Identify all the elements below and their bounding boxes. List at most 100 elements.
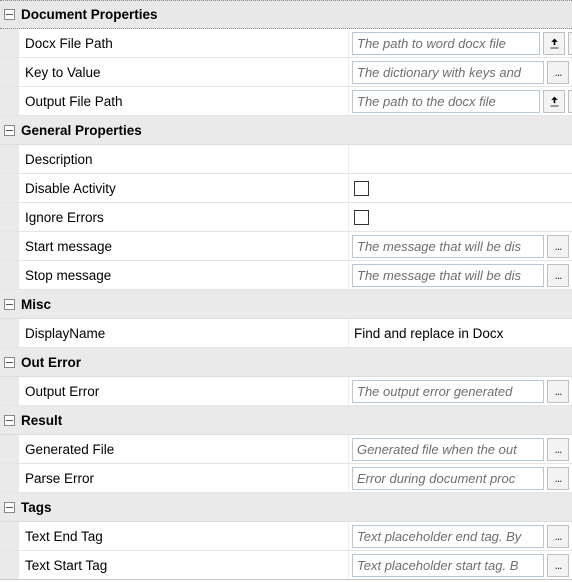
property-parse-error: Parse Error ... bbox=[0, 464, 572, 493]
gutter bbox=[0, 87, 19, 115]
property-value: ... bbox=[349, 58, 572, 86]
property-label: Stop message bbox=[19, 261, 349, 289]
property-label: Generated File bbox=[19, 435, 349, 463]
property-value: ... bbox=[349, 261, 572, 289]
category-label: Out Error bbox=[21, 355, 81, 370]
property-text-start-tag: Text Start Tag ... bbox=[0, 551, 572, 580]
property-value: Find and replace in Docx bbox=[349, 319, 572, 347]
text-start-tag-input[interactable] bbox=[352, 554, 544, 577]
upload-button[interactable] bbox=[543, 90, 565, 113]
property-stop-message: Stop message ... bbox=[0, 261, 572, 290]
upload-icon bbox=[548, 37, 561, 50]
display-name-value[interactable]: Find and replace in Docx bbox=[352, 326, 569, 341]
property-label: Text Start Tag bbox=[19, 551, 349, 579]
category-label: General Properties bbox=[21, 123, 142, 138]
gutter bbox=[0, 203, 19, 231]
browse-button[interactable]: ... bbox=[547, 235, 569, 258]
upload-button[interactable] bbox=[543, 32, 565, 55]
gutter bbox=[0, 261, 19, 289]
property-label: Text End Tag bbox=[19, 522, 349, 550]
property-value: ... bbox=[349, 377, 572, 405]
category-out-error[interactable]: Out Error bbox=[0, 348, 572, 377]
property-label: Output Error bbox=[19, 377, 349, 405]
browse-button[interactable]: ... bbox=[547, 525, 569, 548]
property-value bbox=[349, 174, 572, 202]
property-value bbox=[349, 203, 572, 231]
property-start-message: Start message ... bbox=[0, 232, 572, 261]
collapse-icon[interactable] bbox=[4, 299, 15, 310]
property-description: Description bbox=[0, 145, 572, 174]
docx-file-path-input[interactable] bbox=[352, 32, 540, 55]
generated-file-input[interactable] bbox=[352, 438, 544, 461]
browse-button[interactable]: ... bbox=[568, 32, 572, 55]
property-value: ... bbox=[349, 29, 572, 57]
gutter bbox=[0, 232, 19, 260]
property-disable-activity: Disable Activity bbox=[0, 174, 572, 203]
property-key-to-value: Key to Value ... bbox=[0, 58, 572, 87]
output-file-path-input[interactable] bbox=[352, 90, 540, 113]
property-value: ... bbox=[349, 464, 572, 492]
property-generated-file: Generated File ... bbox=[0, 435, 572, 464]
property-value: ... bbox=[349, 232, 572, 260]
property-label: Key to Value bbox=[19, 58, 349, 86]
disable-activity-checkbox[interactable] bbox=[354, 181, 369, 196]
category-document-properties[interactable]: Document Properties bbox=[0, 0, 572, 29]
browse-button[interactable]: ... bbox=[547, 467, 569, 490]
ignore-errors-checkbox[interactable] bbox=[354, 210, 369, 225]
key-to-value-input[interactable] bbox=[352, 61, 544, 84]
property-label: DisplayName bbox=[19, 319, 349, 347]
gutter bbox=[0, 29, 19, 57]
collapse-icon[interactable] bbox=[4, 9, 15, 20]
category-general-properties[interactable]: General Properties bbox=[0, 116, 572, 145]
property-label: Description bbox=[19, 145, 349, 173]
gutter bbox=[0, 174, 19, 202]
start-message-input[interactable] bbox=[352, 235, 544, 258]
gutter bbox=[0, 551, 19, 579]
category-label: Tags bbox=[21, 500, 52, 515]
property-label: Start message bbox=[19, 232, 349, 260]
browse-button[interactable]: ... bbox=[547, 264, 569, 287]
property-docx-file-path: Docx File Path ... bbox=[0, 29, 572, 58]
parse-error-input[interactable] bbox=[352, 467, 544, 490]
category-label: Misc bbox=[21, 297, 51, 312]
gutter bbox=[0, 464, 19, 492]
properties-panel: Document Properties Docx File Path ... K… bbox=[0, 0, 572, 580]
property-label: Docx File Path bbox=[19, 29, 349, 57]
browse-button[interactable]: ... bbox=[568, 90, 572, 113]
gutter bbox=[0, 435, 19, 463]
collapse-icon[interactable] bbox=[4, 357, 15, 368]
property-value bbox=[349, 145, 572, 173]
stop-message-input[interactable] bbox=[352, 264, 544, 287]
output-error-input[interactable] bbox=[352, 380, 544, 403]
property-label: Parse Error bbox=[19, 464, 349, 492]
category-tags[interactable]: Tags bbox=[0, 493, 572, 522]
browse-button[interactable]: ... bbox=[547, 554, 569, 577]
text-end-tag-input[interactable] bbox=[352, 525, 544, 548]
property-output-error: Output Error ... bbox=[0, 377, 572, 406]
browse-button[interactable]: ... bbox=[547, 380, 569, 403]
gutter bbox=[0, 319, 19, 347]
collapse-icon[interactable] bbox=[4, 415, 15, 426]
property-value: ... bbox=[349, 551, 572, 579]
property-value: ... bbox=[349, 435, 572, 463]
property-label: Ignore Errors bbox=[19, 203, 349, 231]
property-value: ... bbox=[349, 522, 572, 550]
property-output-file-path: Output File Path ... bbox=[0, 87, 572, 116]
collapse-icon[interactable] bbox=[4, 502, 15, 513]
upload-icon bbox=[548, 95, 561, 108]
browse-button[interactable]: ... bbox=[547, 438, 569, 461]
property-label: Disable Activity bbox=[19, 174, 349, 202]
browse-button[interactable]: ... bbox=[547, 61, 569, 84]
gutter bbox=[0, 58, 19, 86]
property-ignore-errors: Ignore Errors bbox=[0, 203, 572, 232]
property-display-name: DisplayName Find and replace in Docx bbox=[0, 319, 572, 348]
category-label: Document Properties bbox=[21, 7, 158, 22]
property-text-end-tag: Text End Tag ... bbox=[0, 522, 572, 551]
category-label: Result bbox=[21, 413, 62, 428]
collapse-icon[interactable] bbox=[4, 125, 15, 136]
property-label: Output File Path bbox=[19, 87, 349, 115]
gutter bbox=[0, 522, 19, 550]
category-misc[interactable]: Misc bbox=[0, 290, 572, 319]
category-result[interactable]: Result bbox=[0, 406, 572, 435]
property-value: ... bbox=[349, 87, 572, 115]
